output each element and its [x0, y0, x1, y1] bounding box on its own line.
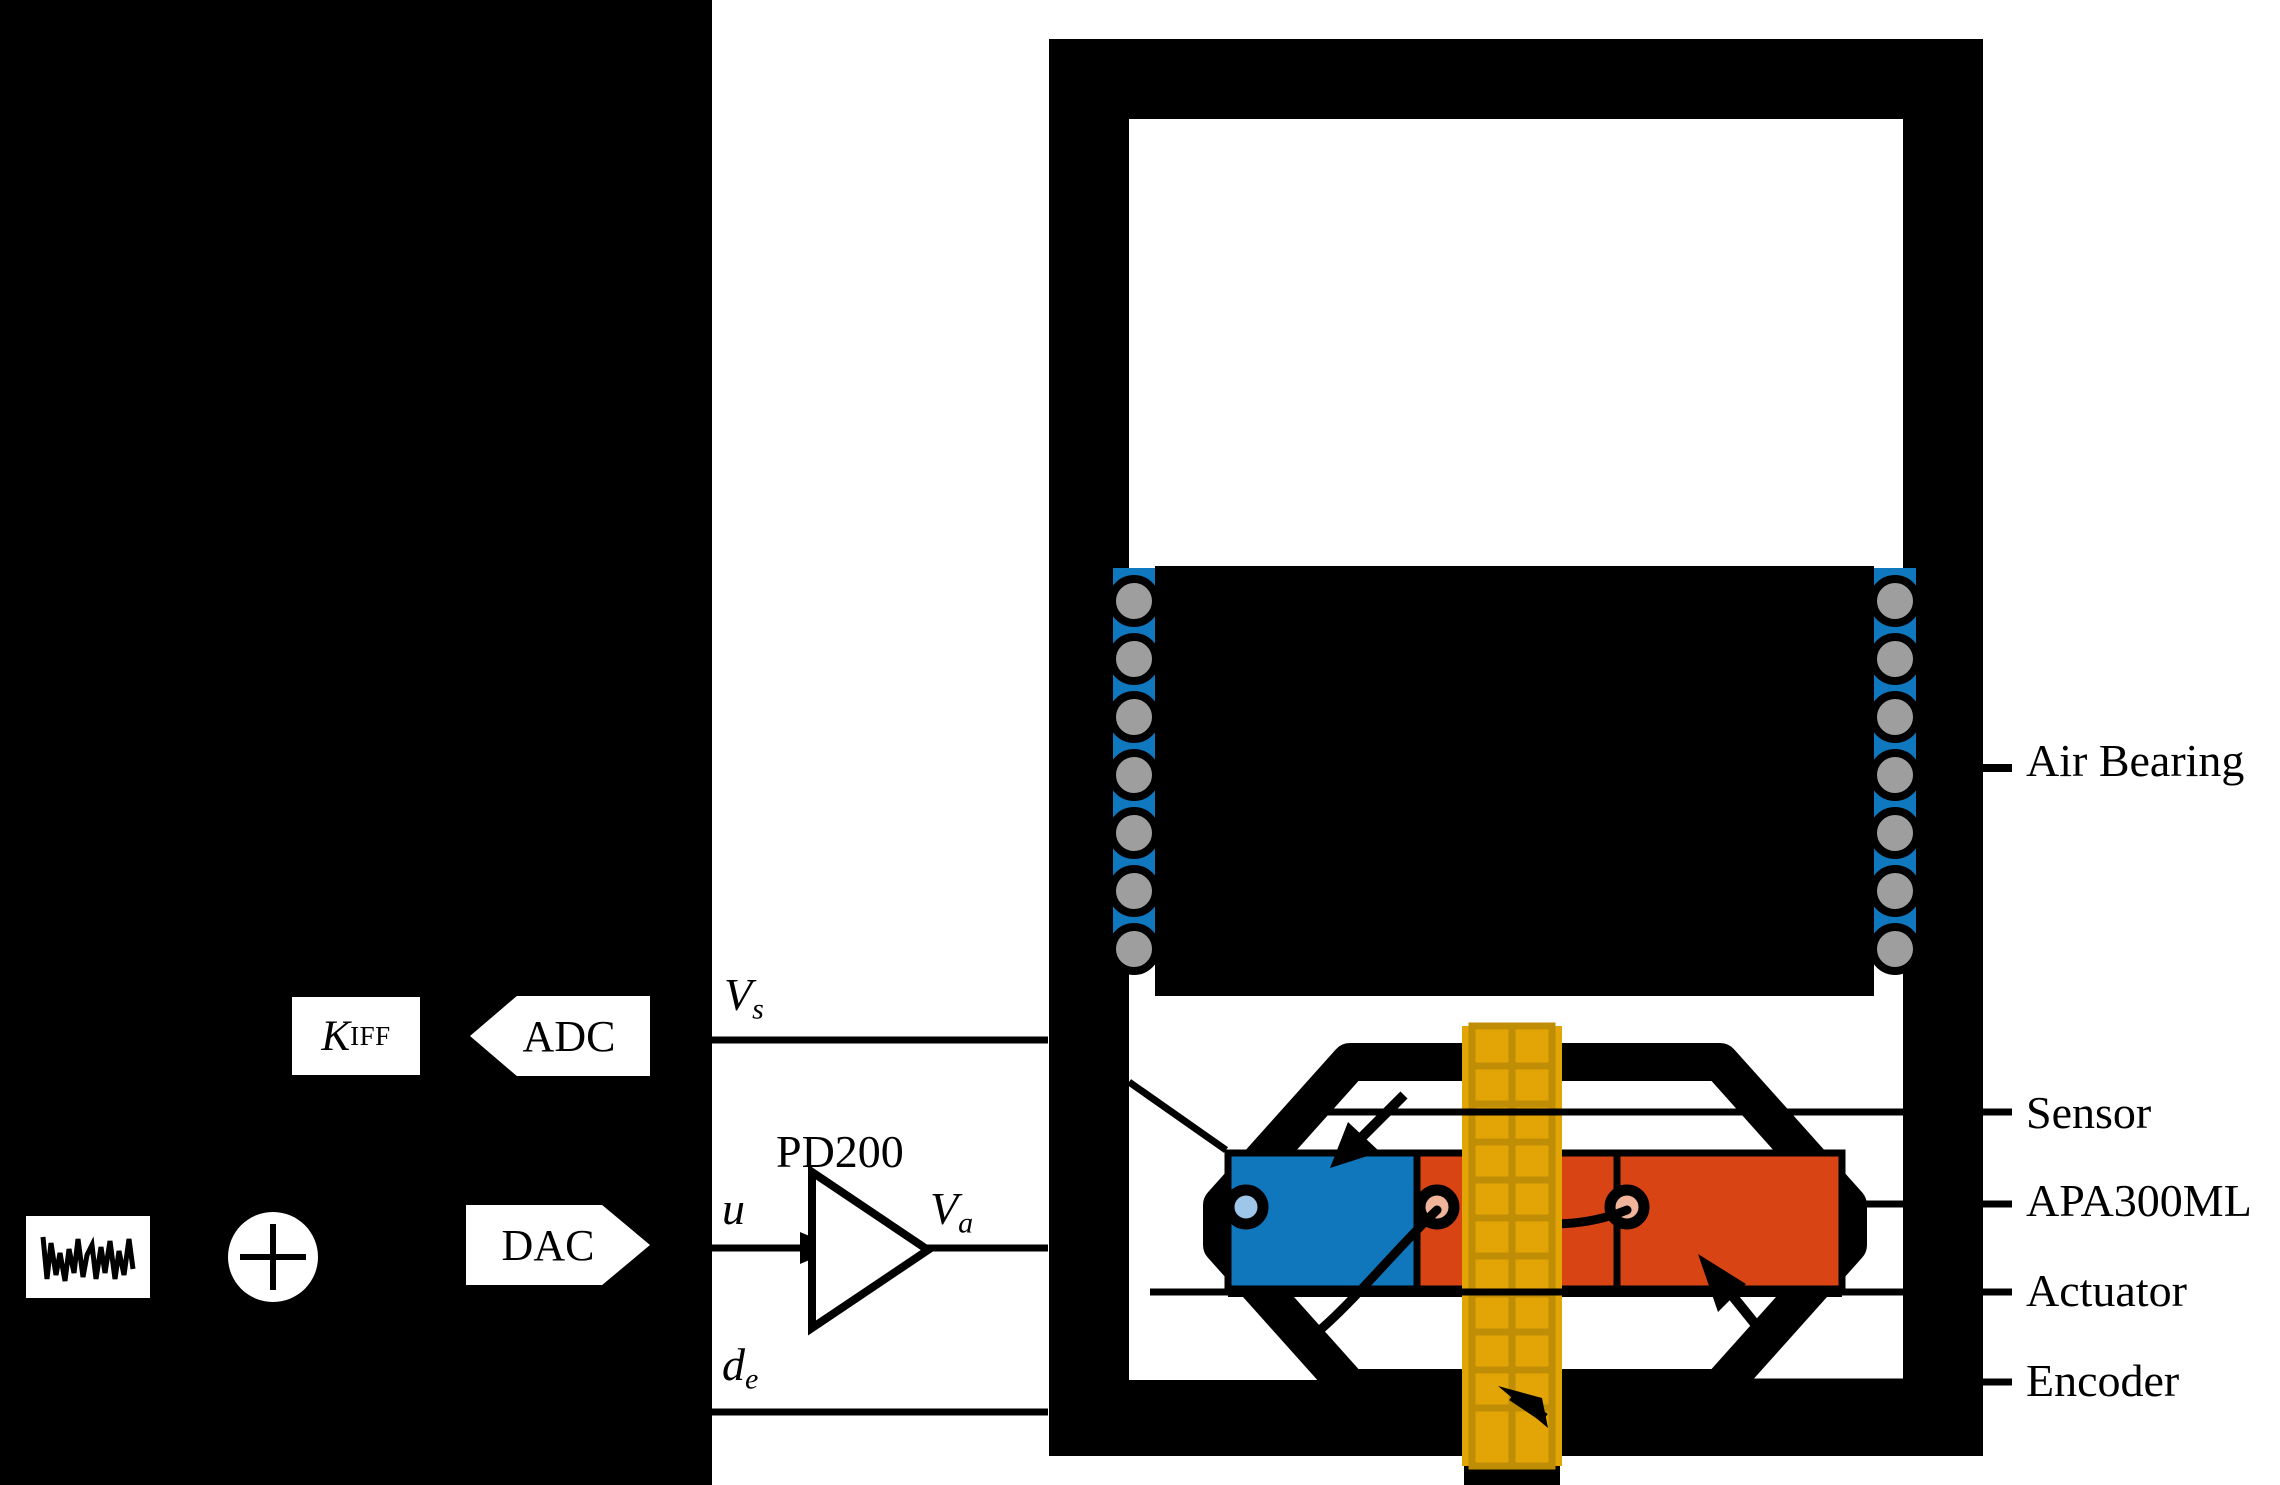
encoder-scale: [1462, 1022, 1562, 1470]
diagram-canvas: DAC ADC K IFF Vs de u Va PD200 20 Air Bea…: [0, 0, 2280, 1485]
amplifier-gain-label: 20: [818, 1223, 858, 1268]
va-symbol: V: [930, 1183, 959, 1234]
air-bearing-balls-left: [1108, 575, 1160, 975]
apa-actuator-stack-outer: [1613, 1149, 1846, 1293]
va-subscript: a: [958, 1206, 974, 1240]
air-bearing-right: [1874, 568, 1916, 960]
vs-symbol: V: [724, 969, 753, 1020]
signal-label-va: Va: [930, 1186, 973, 1238]
de-subscript: e: [745, 1362, 759, 1396]
iff-gain-block[interactable]: K IFF: [292, 997, 420, 1075]
label-apa300ml: APA300ML: [2026, 1175, 2252, 1226]
central-pillar: [1464, 1280, 1560, 1485]
de-symbol: d: [722, 1339, 745, 1390]
noise-generator-block[interactable]: [26, 1216, 150, 1298]
u-symbol: u: [722, 1183, 745, 1234]
noise-waveform-icon: [40, 1229, 136, 1285]
label-actuator: Actuator: [2026, 1265, 2187, 1316]
signal-label-u: u: [722, 1186, 745, 1232]
dac-label: DAC: [501, 1220, 595, 1270]
moving-mass: [1155, 566, 1874, 996]
apa-actuator-stack-inner: [1413, 1149, 1621, 1293]
air-bearing-left: [1113, 568, 1155, 960]
apa300ml-shell: [1203, 1043, 1867, 1407]
amplifier-model-label: PD200: [776, 1126, 904, 1177]
pointer-arrows: [1126, 1079, 1764, 1428]
signal-label-de: de: [722, 1342, 758, 1394]
stack-electrodes: [1223, 1184, 1650, 1230]
leader-lines: [1150, 764, 2012, 1404]
adc-label: ADC: [522, 1011, 616, 1061]
label-sensor: Sensor: [2026, 1087, 2152, 1138]
stack-wiring: [1315, 1205, 1632, 1335]
label-encoder: Encoder: [2026, 1355, 2180, 1406]
air-bearing-balls-right: [1869, 575, 1921, 975]
label-air-bearing: Air Bearing: [2026, 735, 2245, 786]
summing-junction[interactable]: [228, 1212, 318, 1302]
iff-gain-symbol: K: [321, 1012, 351, 1060]
iff-gain-subscript: IFF: [350, 1020, 391, 1051]
vs-subscript: s: [752, 992, 764, 1026]
signal-wires: [712, 1036, 1048, 1416]
granite-frame: [1049, 39, 1983, 1456]
plus-vertical-bar: [270, 1224, 276, 1290]
signal-label-vs: Vs: [724, 972, 764, 1024]
apa-sensor-stack: [1224, 1149, 1421, 1293]
